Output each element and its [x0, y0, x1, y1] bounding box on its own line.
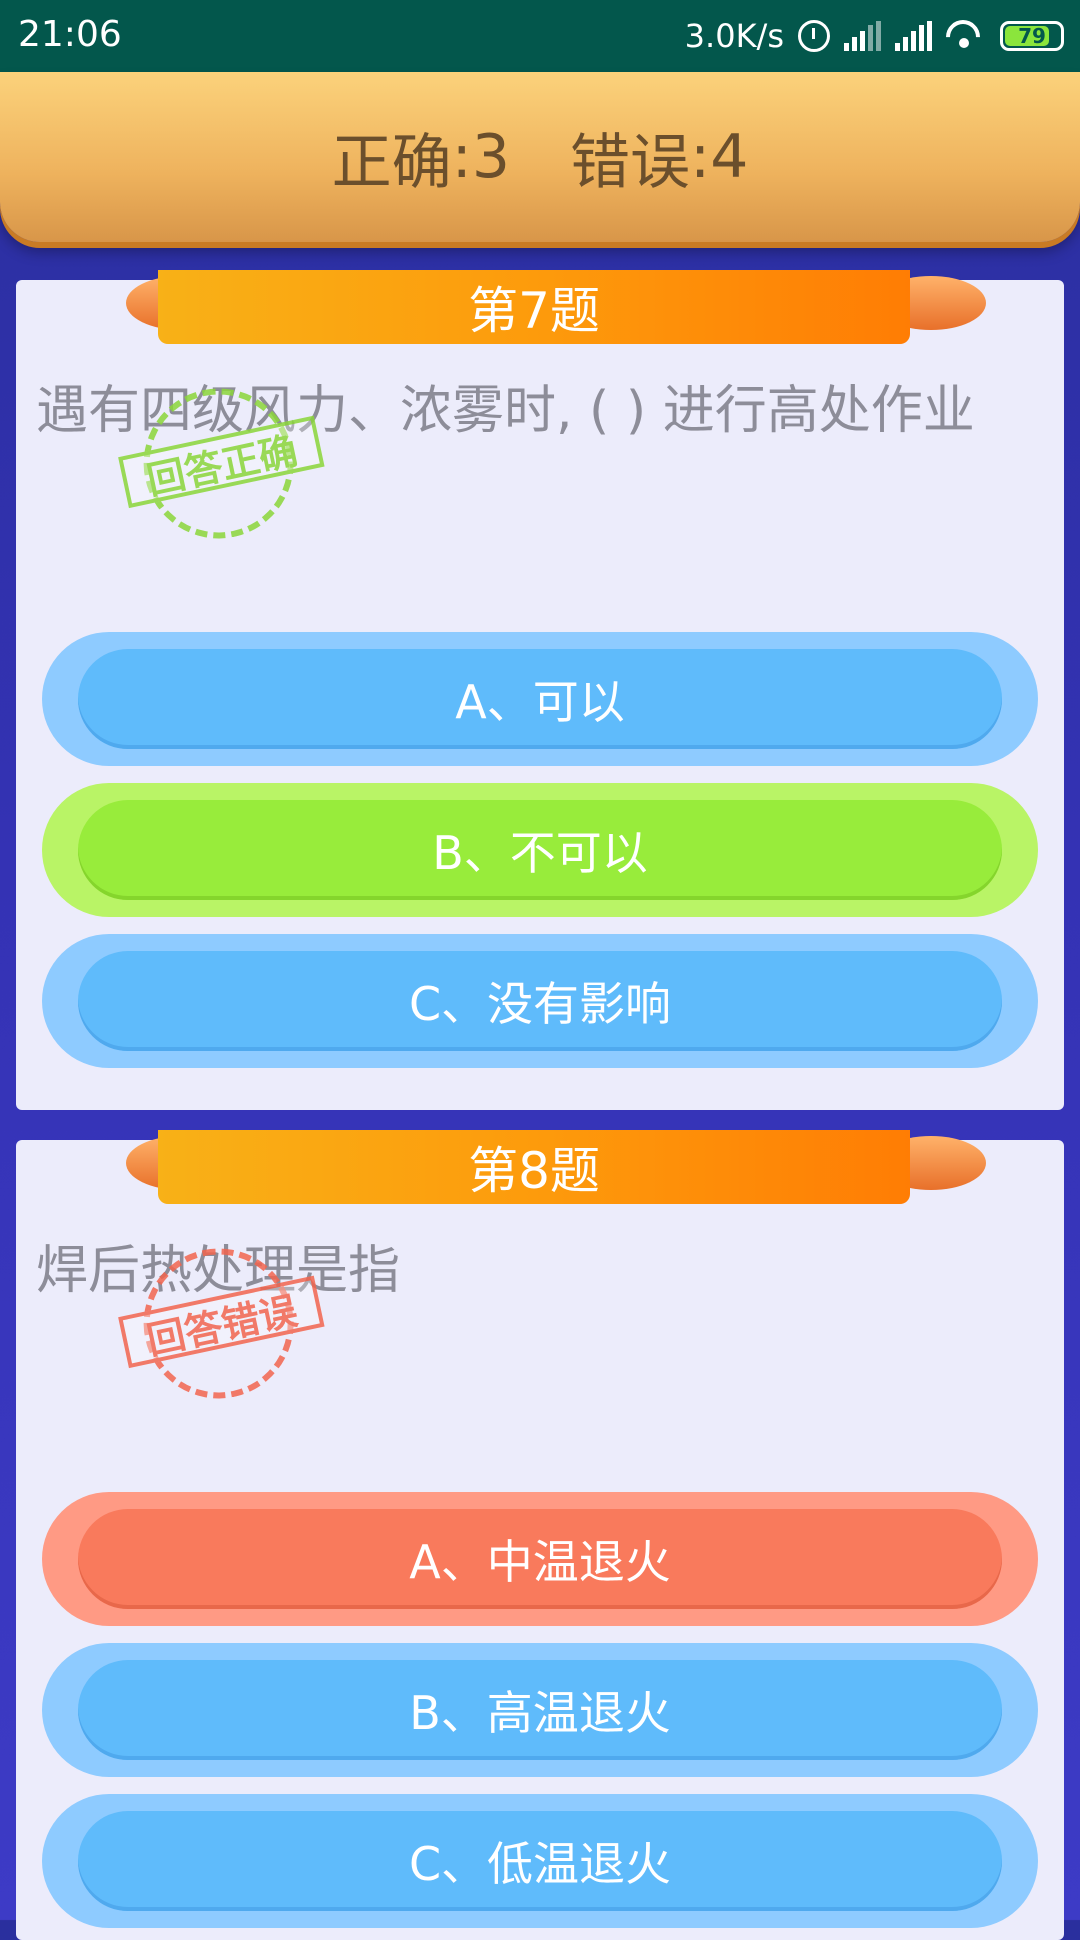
wrong-count: 4 [710, 122, 749, 192]
option-label: C、低温退火 [78, 1811, 1002, 1911]
alarm-icon [798, 20, 830, 52]
correct-label: 正确 [331, 127, 452, 198]
battery-level: 79 [1018, 24, 1046, 48]
status-icons: 3.0K/s 79 [685, 14, 1064, 58]
option-c-button[interactable]: C、低温退火 [42, 1794, 1038, 1928]
status-bar: 21:06 3.0K/s 79 [0, 0, 1080, 72]
option-label: A、可以 [78, 649, 1002, 749]
option-label: C、没有影响 [78, 951, 1002, 1051]
option-b-button[interactable]: B、高温退火 [42, 1643, 1038, 1777]
score-panel: 正确: 3 错误: 4 [0, 72, 1080, 242]
option-label: A、中温退火 [78, 1509, 1002, 1609]
wifi-icon [946, 20, 986, 52]
correct-stamp: 回答正确 [118, 364, 325, 566]
battery-icon: 79 [1000, 21, 1064, 51]
correct-count: 3 [471, 122, 510, 192]
question-card: 第7题 遇有四级风力、浓雾时, ( ) 进行高处作业 回答正确 A、可以 B、不… [16, 270, 1064, 1110]
signal-icon [844, 21, 881, 51]
question-card: 第8题 焊后热处理是指 回答错误 A、中温退火 B、高温退火 C、低温退火 [16, 1130, 1064, 1940]
option-label: B、高温退火 [78, 1660, 1002, 1760]
question-ribbon: 第8题 [126, 1130, 986, 1214]
option-b-button[interactable]: B、不可以 [42, 783, 1038, 917]
question-ribbon: 第7题 [126, 270, 986, 354]
option-a-button[interactable]: A、中温退火 [42, 1492, 1038, 1626]
network-speed: 3.0K/s [684, 17, 784, 55]
wrong-stamp: 回答错误 [118, 1224, 325, 1426]
signal-icon [895, 21, 932, 51]
option-label: B、不可以 [78, 800, 1002, 900]
option-a-button[interactable]: A、可以 [42, 632, 1038, 766]
wrong-label: 错误 [570, 127, 690, 198]
question-number: 第8题 [158, 1130, 910, 1204]
question-number: 第7题 [158, 270, 910, 344]
colon: : [690, 122, 711, 192]
status-time: 21:06 [18, 14, 122, 55]
colon: : [451, 122, 472, 192]
option-c-button[interactable]: C、没有影响 [42, 934, 1038, 1068]
